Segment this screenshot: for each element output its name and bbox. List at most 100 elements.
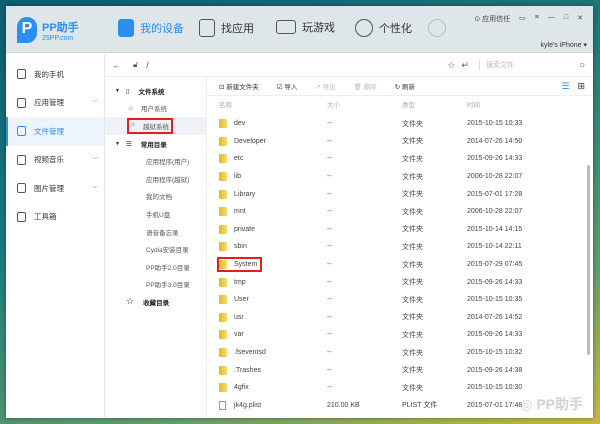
file-time: 2015-10-15 10:35 bbox=[467, 296, 523, 304]
nav-label: 玩游戏 bbox=[302, 22, 335, 34]
file-type: PLIST 文件 bbox=[402, 402, 438, 410]
file-type: 文件夹 bbox=[402, 120, 423, 128]
tree-item[interactable]: 语音备忘录 bbox=[105, 223, 206, 241]
sidebar-item-media[interactable]: 视频音乐 ﹀ bbox=[6, 146, 104, 175]
tree-item[interactable]: 手机U盘 bbox=[105, 205, 206, 223]
table-row[interactable]: lib -- 文件夹 2006-10-28 22:07 bbox=[207, 168, 593, 186]
folder-icon bbox=[219, 365, 227, 375]
file-name: 4gfix bbox=[234, 384, 249, 392]
sidebar-item-apps[interactable]: 应用管理 ﹀ bbox=[6, 89, 104, 118]
close-icon[interactable]: ✕ bbox=[577, 14, 583, 24]
toolbox-icon bbox=[17, 211, 26, 222]
tree-item[interactable]: 我的文档 bbox=[105, 188, 206, 206]
image-icon bbox=[17, 183, 26, 194]
table-row[interactable]: mnt -- 文件夹 2006-10-28 22:07 bbox=[207, 203, 593, 221]
file-type: 文件夹 bbox=[402, 155, 423, 163]
col-name[interactable]: 名称 bbox=[207, 99, 327, 109]
back-icon[interactable]: ← bbox=[112, 60, 121, 70]
tree-label: 常用目录 bbox=[140, 141, 167, 149]
nav-label: 个性化 bbox=[379, 23, 412, 35]
sidebar-item-my-phone[interactable]: 我的手机 bbox=[6, 60, 104, 89]
col-time[interactable]: 时间 bbox=[467, 99, 577, 109]
grid-view-icon[interactable]: ⊞ bbox=[577, 81, 585, 92]
file-size: -- bbox=[327, 190, 332, 198]
file-time: 2015-09-26 14:33 bbox=[467, 331, 523, 339]
search-input[interactable]: 搜索文件 bbox=[478, 60, 579, 70]
directory-tree: ▼ ▯ 文件系统 ⌂ 用户系统 ⌂ 越狱系统 ▼ ☰ 常用目录 应用程序(用户) 应用程序(… bbox=[105, 77, 207, 418]
scrollbar[interactable] bbox=[587, 165, 590, 355]
file-name: Developer bbox=[234, 137, 266, 145]
table-row[interactable]: .fseventsd -- 文件夹 2015-10-15 10:32 bbox=[207, 344, 593, 362]
table-row[interactable]: private -- 文件夹 2015-10-14 14:15 bbox=[207, 221, 593, 239]
folder-icon bbox=[17, 126, 26, 137]
file-size: -- bbox=[327, 137, 332, 145]
feedback-icon[interactable]: ▭ bbox=[519, 14, 526, 24]
folder-icon bbox=[219, 260, 227, 270]
sidebar-item-photos[interactable]: 图片管理 ﹀ bbox=[6, 174, 104, 203]
nav-my-device[interactable]: 我的设备 bbox=[118, 19, 184, 37]
file-name: dev bbox=[234, 120, 246, 128]
col-size[interactable]: 大小 bbox=[327, 99, 402, 109]
import-button[interactable]: ☑ 导入 bbox=[277, 81, 298, 91]
folder-icon bbox=[219, 154, 227, 164]
enter-icon[interactable]: ↵ bbox=[461, 60, 469, 71]
table-row[interactable]: dev -- 文件夹 2015-10-15 10:33 bbox=[207, 115, 593, 133]
search-icon[interactable]: ○ bbox=[579, 60, 585, 71]
phone-icon bbox=[17, 69, 26, 80]
path-input[interactable]: / bbox=[146, 60, 149, 70]
new-folder-button[interactable]: ⊡ 新建文件夹 bbox=[219, 81, 259, 91]
nav-personalize[interactable]: 个性化 bbox=[355, 19, 412, 37]
file-time: 2006-10-28 22:07 bbox=[467, 208, 523, 216]
download-icon bbox=[428, 19, 446, 37]
button-label: 导入 bbox=[284, 84, 298, 91]
logo-title: PP助手 bbox=[42, 21, 79, 34]
menu-icon[interactable]: ≡ bbox=[535, 14, 539, 24]
file-size: -- bbox=[327, 313, 332, 321]
device-selector[interactable]: kyle's iPhone ▾ bbox=[541, 41, 587, 49]
smile-icon bbox=[355, 19, 373, 37]
table-row[interactable]: System -- 文件夹 2015-07-29 07:45 bbox=[207, 256, 593, 274]
tree-item[interactable]: PP助手3.0目录 bbox=[105, 276, 206, 294]
tree-item[interactable]: 应用程序(越狱) bbox=[105, 170, 206, 188]
sidebar-item-files[interactable]: 文件管理 bbox=[6, 117, 104, 146]
tree-filesystem[interactable]: ▼ ▯ 文件系统 bbox=[105, 82, 206, 100]
table-row[interactable]: Developer -- 文件夹 2014-07-26 14:50 bbox=[207, 133, 593, 151]
tree-user-system[interactable]: ⌂ 用户系统 bbox=[105, 100, 206, 118]
file-size: -- bbox=[327, 120, 332, 128]
tree-common[interactable]: ▼ ☰ 常用目录 bbox=[105, 135, 206, 153]
table-row[interactable]: .Trashes -- 文件夹 2015-09-26 14:38 bbox=[207, 361, 593, 379]
tree-item[interactable]: Cydia安装目录 bbox=[105, 240, 206, 258]
download-button[interactable] bbox=[428, 19, 452, 37]
nav-find-apps[interactable]: 找应用 bbox=[199, 19, 254, 37]
list-view-icon[interactable]: ☰ bbox=[561, 81, 569, 92]
refresh-button[interactable]: ↻ 刷新 bbox=[395, 81, 415, 91]
export-button[interactable]: ⇗ 导出 bbox=[315, 81, 335, 91]
table-row[interactable]: usr -- 文件夹 2014-07-26 14:52 bbox=[207, 309, 593, 327]
folder-icon bbox=[219, 330, 227, 340]
file-size: -- bbox=[327, 173, 332, 181]
document-icon: ▯ bbox=[125, 87, 130, 95]
table-row[interactable]: var -- 文件夹 2015-09-26 14:33 bbox=[207, 326, 593, 344]
tree-favorites[interactable]: ☆ 收藏目录 bbox=[105, 293, 206, 311]
tree-item[interactable]: 应用程序(用户) bbox=[105, 152, 206, 170]
table-row[interactable]: sbin -- 文件夹 2015-10-14 22:11 bbox=[207, 238, 593, 256]
minimize-icon[interactable]: — bbox=[548, 14, 555, 24]
tree-jailbreak-system[interactable]: ⌂ 越狱系统 bbox=[105, 117, 206, 135]
table-row[interactable]: tmp -- 文件夹 2015-09-26 14:33 bbox=[207, 273, 593, 291]
table-row[interactable]: Library -- 文件夹 2015-07-01 17:28 bbox=[207, 185, 593, 203]
trust-button[interactable]: ⊙ 应用信任 bbox=[474, 14, 510, 24]
delete-button[interactable]: 🗑︎ 删除 bbox=[354, 81, 377, 91]
sidebar-item-toolbox[interactable]: 工具箱 bbox=[6, 203, 104, 232]
folder-icon bbox=[219, 295, 227, 305]
col-type[interactable]: 类型 bbox=[402, 99, 467, 109]
file-size: -- bbox=[327, 261, 332, 269]
nav-games[interactable]: 玩游戏 bbox=[276, 19, 335, 35]
tree-label: 文件系统 bbox=[138, 88, 165, 96]
file-size: -- bbox=[327, 366, 332, 374]
logo: P PP助手 25PP.com bbox=[17, 17, 79, 43]
table-row[interactable]: etc -- 文件夹 2015-09-26 14:33 bbox=[207, 150, 593, 168]
star-icon[interactable]: ☆ bbox=[447, 60, 455, 71]
table-row[interactable]: User -- 文件夹 2015-10-15 10:35 bbox=[207, 291, 593, 309]
tree-item[interactable]: PP助手2.0目录 bbox=[105, 258, 206, 276]
maximize-icon[interactable]: □ bbox=[564, 14, 568, 24]
